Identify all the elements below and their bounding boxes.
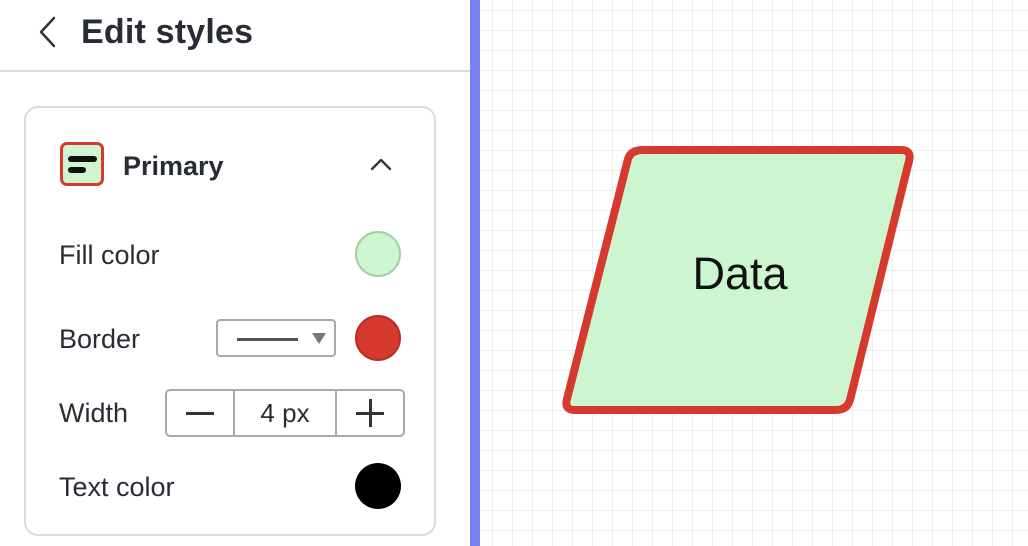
border-color-swatch[interactable] xyxy=(355,315,401,361)
chevron-left-icon xyxy=(39,16,56,48)
fill-color-label: Fill color xyxy=(59,240,160,270)
back-button[interactable] xyxy=(30,12,66,52)
style-editor-panel: Edit styles Primary Fill color Border Wi… xyxy=(0,0,470,546)
width-value[interactable]: 4 px xyxy=(233,391,337,435)
minus-icon xyxy=(186,412,214,415)
caret-down-icon xyxy=(312,333,326,344)
text-color-label: Text color xyxy=(59,472,175,502)
border-label: Border xyxy=(59,324,141,354)
chevron-up-icon xyxy=(370,158,392,171)
diagram-canvas[interactable]: Data xyxy=(480,0,1028,546)
width-decrement-button[interactable] xyxy=(167,391,235,435)
border-style-dropdown[interactable] xyxy=(216,319,336,357)
style-section-title[interactable]: Primary xyxy=(123,150,224,182)
collapse-button[interactable] xyxy=(366,152,396,176)
border-style-preview xyxy=(237,338,298,341)
width-label: Width xyxy=(59,398,129,428)
data-shape[interactable] xyxy=(480,0,1028,546)
width-stepper: 4 px xyxy=(165,389,405,437)
text-color-swatch[interactable] xyxy=(355,463,401,509)
fill-color-swatch[interactable] xyxy=(355,231,401,277)
text-style-icon xyxy=(60,142,104,186)
width-increment-button[interactable] xyxy=(335,391,403,435)
panel-resize-handle[interactable] xyxy=(470,0,480,546)
panel-title: Edit styles xyxy=(81,13,254,51)
style-card: Primary Fill color Border Width 4 px Tex… xyxy=(24,106,436,536)
panel-header: Edit styles xyxy=(0,0,470,72)
